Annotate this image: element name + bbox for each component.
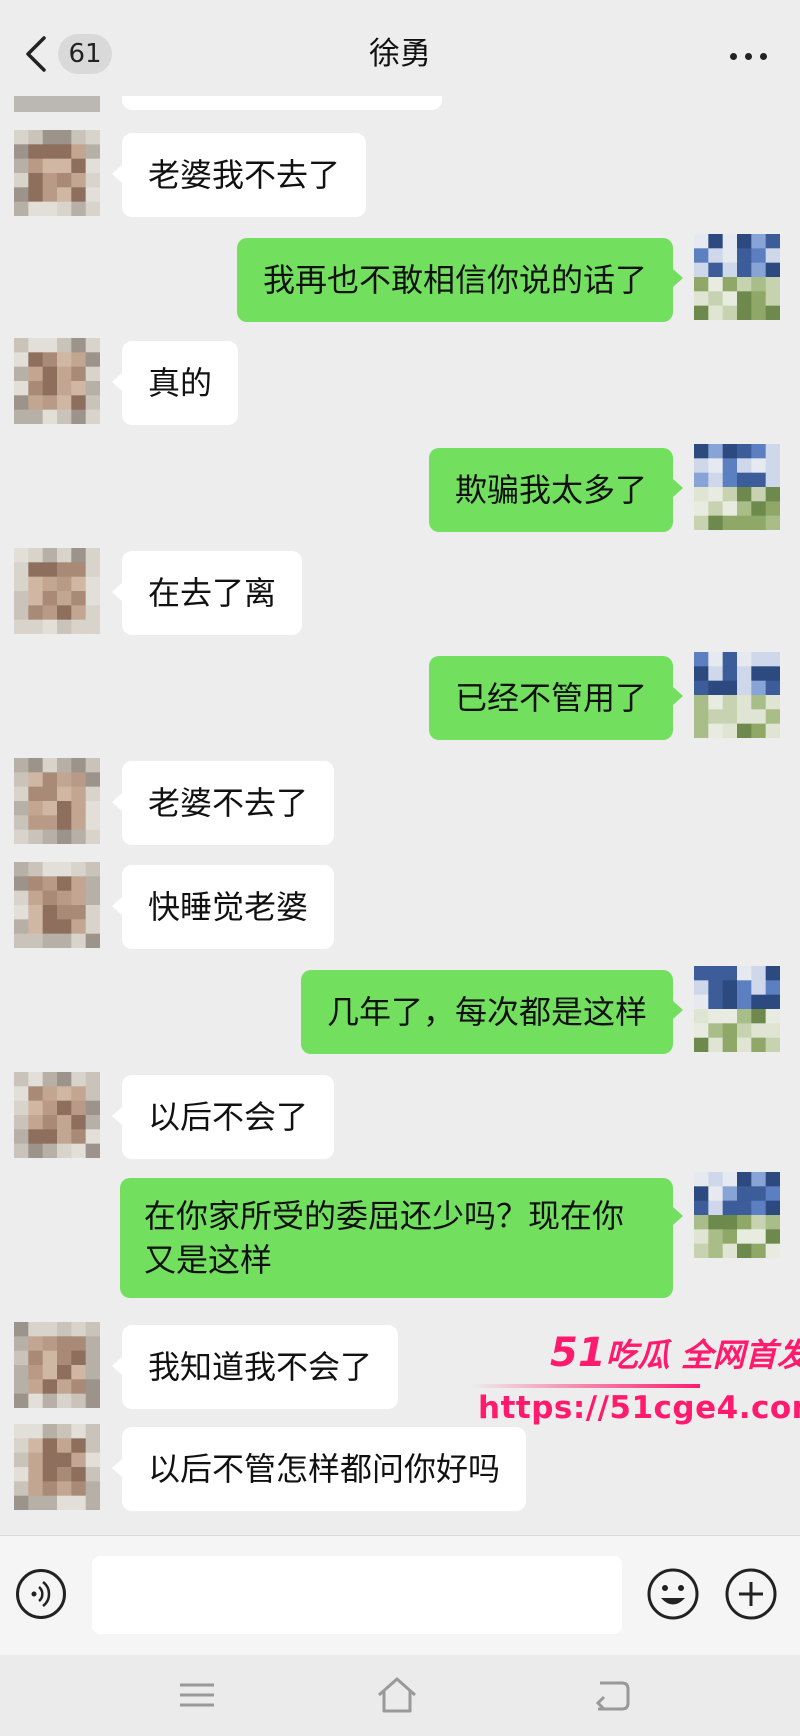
message-incoming: 老婆不去了 bbox=[0, 758, 800, 848]
message-incoming: 老婆我不去了 bbox=[0, 130, 800, 220]
emoji-button[interactable] bbox=[646, 1567, 700, 1621]
contact-avatar[interactable] bbox=[14, 1072, 100, 1158]
voice-button[interactable] bbox=[16, 1569, 66, 1619]
my-avatar[interactable] bbox=[694, 444, 780, 530]
partial-avatar bbox=[14, 96, 100, 112]
menu-icon bbox=[180, 1683, 214, 1707]
back-button[interactable]: 61 bbox=[22, 32, 122, 76]
message-incoming: 真的 bbox=[0, 338, 800, 428]
message-bubble[interactable]: 在去了离 bbox=[122, 551, 303, 635]
my-avatar[interactable] bbox=[694, 1172, 780, 1258]
chat-header: 61 徐勇 bbox=[0, 0, 800, 108]
contact-avatar[interactable] bbox=[14, 130, 100, 216]
message-incoming: 以后不管怎样都问你好吗 bbox=[0, 1424, 800, 1514]
more-functions-button[interactable] bbox=[724, 1567, 778, 1621]
my-avatar[interactable] bbox=[694, 966, 780, 1052]
message-bubble[interactable]: 在你家所受的委屈还少吗？现在你又是这样 bbox=[120, 1178, 673, 1298]
contact-avatar[interactable] bbox=[14, 1322, 100, 1408]
avatar-image bbox=[14, 130, 100, 216]
avatar-image bbox=[14, 1322, 100, 1408]
contact-avatar[interactable] bbox=[14, 548, 100, 634]
message-bubble[interactable]: 欺骗我太多了 bbox=[428, 448, 673, 532]
message-incoming: 在去了离 bbox=[0, 548, 800, 638]
contact-avatar[interactable] bbox=[14, 758, 100, 844]
message-outgoing: 欺骗我太多了 bbox=[0, 444, 800, 534]
plus-icon bbox=[725, 1568, 777, 1620]
message-incoming: 快睡觉老婆 bbox=[0, 862, 800, 952]
nav-menu-button[interactable] bbox=[172, 1673, 222, 1717]
more-dots-icon bbox=[730, 53, 737, 60]
avatar-image bbox=[14, 338, 100, 424]
avatar-image bbox=[14, 758, 100, 844]
message-bubble[interactable]: 我再也不敢相信你说的话了 bbox=[236, 238, 673, 322]
message-bubble[interactable]: 真的 bbox=[122, 341, 239, 425]
more-button[interactable] bbox=[718, 36, 778, 76]
message-bubble[interactable]: 老婆不去了 bbox=[122, 761, 335, 845]
contact-avatar[interactable] bbox=[14, 1424, 100, 1510]
avatar-image bbox=[694, 652, 780, 738]
message-bubble[interactable]: 老婆我不去了 bbox=[122, 133, 367, 217]
message-bubble[interactable]: 快睡觉老婆 bbox=[122, 865, 335, 949]
message-incoming: 以后不会了 bbox=[0, 1072, 800, 1162]
contact-avatar[interactable] bbox=[14, 338, 100, 424]
avatar-image bbox=[694, 966, 780, 1052]
input-bar bbox=[0, 1535, 800, 1656]
nav-back-button[interactable] bbox=[586, 1673, 636, 1717]
message-outgoing: 几年了，每次都是这样 bbox=[0, 966, 800, 1056]
avatar-image bbox=[14, 1072, 100, 1158]
contact-avatar[interactable] bbox=[14, 862, 100, 948]
message-input[interactable] bbox=[92, 1556, 622, 1634]
back-icon bbox=[595, 1681, 630, 1711]
avatar-image bbox=[694, 1172, 780, 1258]
nav-home-button[interactable] bbox=[372, 1673, 422, 1717]
avatar-image bbox=[694, 234, 780, 320]
avatar-image bbox=[14, 1424, 100, 1510]
emoji-icon bbox=[647, 1568, 699, 1620]
voice-icon bbox=[31, 1581, 51, 1607]
message-outgoing: 已经不管用了 bbox=[0, 652, 800, 742]
message-bubble[interactable]: 我知道我不会了 bbox=[122, 1325, 399, 1409]
partial-bubble bbox=[122, 96, 442, 110]
avatar-image bbox=[694, 444, 780, 530]
chat-title: 徐勇 bbox=[369, 36, 431, 72]
message-bubble[interactable]: 已经不管用了 bbox=[428, 656, 673, 740]
avatar-image bbox=[14, 862, 100, 948]
message-outgoing: 在你家所受的委屈还少吗？现在你又是这样 bbox=[0, 1172, 800, 1302]
watermark-logo: 51吃瓜 全网首发 bbox=[550, 1330, 800, 1376]
my-avatar[interactable] bbox=[694, 234, 780, 320]
message-outgoing: 我再也不敢相信你说的话了 bbox=[0, 234, 800, 324]
message-bubble[interactable]: 以后不会了 bbox=[122, 1075, 335, 1159]
my-avatar[interactable] bbox=[694, 652, 780, 738]
avatar-image bbox=[14, 548, 100, 634]
unread-count-badge: 61 bbox=[58, 34, 112, 74]
message-bubble[interactable]: 以后不管怎样都问你好吗 bbox=[122, 1427, 527, 1511]
chevron-left-icon bbox=[26, 36, 46, 72]
watermark-url: https://51cge4.com bbox=[478, 1390, 800, 1426]
watermark: 51吃瓜 全网首发 https://51cge4.com bbox=[460, 1322, 800, 1432]
message-bubble[interactable]: 几年了，每次都是这样 bbox=[300, 970, 673, 1054]
system-nav-bar bbox=[0, 1655, 800, 1736]
home-icon bbox=[378, 1677, 416, 1713]
